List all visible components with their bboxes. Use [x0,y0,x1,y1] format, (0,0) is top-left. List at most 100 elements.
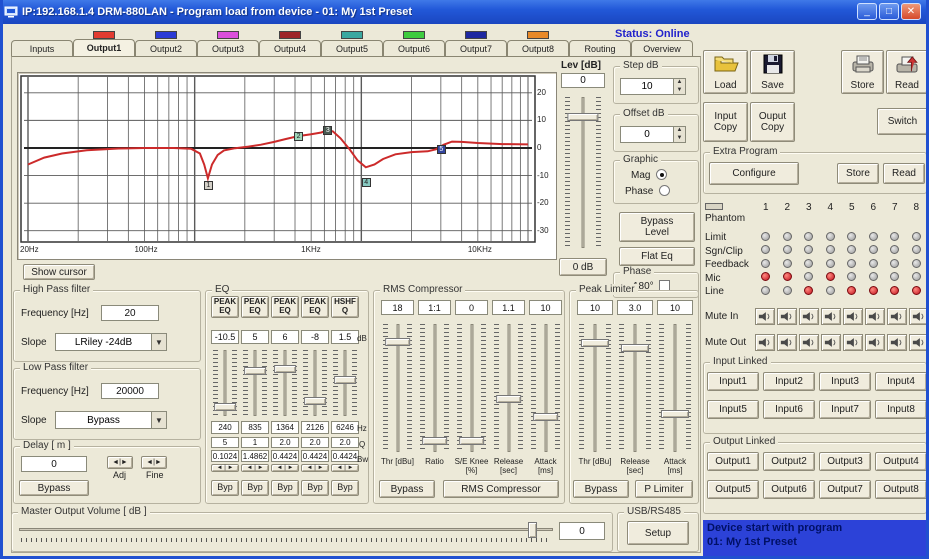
eq-bypass-button[interactable]: Byp [331,480,359,496]
sgn/clip-led-ch2[interactable] [782,245,792,254]
eq-gain-slider[interactable] [331,348,359,418]
tab-output8[interactable]: Output8 [507,40,569,57]
master-volume-value[interactable]: 0 [559,522,605,540]
master-volume-slider[interactable] [19,522,553,544]
limiter-slider[interactable] [657,322,693,454]
mute-out-button-ch6[interactable] [865,333,885,351]
feedback-led-ch4[interactable] [825,258,835,268]
mic-led-ch6[interactable] [868,272,878,281]
output-linked-output3[interactable]: Output3 [819,452,871,471]
input-linked-input3[interactable]: Input3 [819,372,871,391]
mute-out-button-ch8[interactable] [909,333,926,351]
slider-thumb[interactable] [458,436,485,445]
eq-gain-slider[interactable] [211,348,239,418]
eq-gain-value[interactable]: 6 [271,330,299,344]
lpf-slope-combo[interactable]: Bypass ▼ [55,411,167,429]
limit-led-ch2[interactable] [782,231,792,241]
eq-bw-arrows[interactable]: ◄ | ► [271,464,299,472]
mute-out-button-ch7[interactable] [887,333,907,351]
eq-band-marker-4[interactable]: 4 [361,178,371,188]
eq-bw-value[interactable]: 1.4862 [241,450,269,462]
eq-q-value[interactable]: 2.0 [301,437,329,448]
flat-eq-button[interactable]: Flat Eq [619,247,695,266]
eq-bw-value[interactable]: 0.1024 [211,450,239,462]
step-db-arrows[interactable]: ▲ ▼ [673,79,685,94]
hpf-freq-value[interactable]: 20 [101,305,159,321]
eq-bw-arrows[interactable]: ◄ | ► [331,464,359,472]
mic-led-ch7[interactable] [890,272,900,281]
eq-gain-slider[interactable] [301,348,329,418]
eq-q-value[interactable]: 5 [211,437,239,448]
eq-q-value[interactable]: 1 [241,437,269,448]
limiter-slider[interactable] [617,322,653,454]
configure-button[interactable]: Configure [709,162,799,185]
eq-freq-value[interactable]: 2126 [301,421,329,434]
eq-band-type-button[interactable]: PEAK EQ [301,296,329,318]
slider-thumb[interactable] [274,365,296,373]
sgn/clip-led-ch3[interactable] [804,245,814,254]
feedback-led-ch7[interactable] [890,258,900,268]
tab-inputs[interactable]: Inputs [11,40,73,57]
delay-adj-arrows[interactable]: ◄|► [107,456,133,469]
output-linked-output7[interactable]: Output7 [819,480,871,499]
eq-gain-value[interactable]: 5 [241,330,269,344]
compressor-slider[interactable] [529,322,562,454]
limit-led-ch6[interactable] [868,231,878,241]
lpf-freq-value[interactable]: 20000 [101,383,159,399]
delay-fine-arrows[interactable]: ◄|► [141,456,167,469]
eq-bw-arrows[interactable]: ◄ | ► [211,464,239,472]
mute-in-button-ch7[interactable] [887,307,907,325]
line-led-ch5[interactable] [847,285,857,295]
eq-bypass-button[interactable]: Byp [301,480,329,496]
limiter-value[interactable]: 3.0 [617,300,653,315]
eq-gain-slider[interactable] [271,348,299,418]
limit-led-ch4[interactable] [825,231,835,241]
sgn/clip-led-ch7[interactable] [890,245,900,254]
tab-output3[interactable]: Output3 [197,40,259,57]
input-linked-input7[interactable]: Input7 [819,400,871,419]
sgn/clip-led-ch8[interactable] [911,245,921,254]
feedback-led-ch5[interactable] [847,258,857,268]
eq-gain-value[interactable]: -10.5 [211,330,239,344]
eq-freq-value[interactable]: 240 [211,421,239,434]
compressor-value[interactable]: 1:1 [418,300,451,315]
input-linked-input1[interactable]: Input1 [707,372,759,391]
eq-bw-value[interactable]: 0.4424 [271,450,299,462]
limit-led-ch5[interactable] [847,231,857,241]
input-copy-button[interactable]: Input Copy [703,102,748,142]
mute-out-button-ch1[interactable] [755,333,775,351]
eq-bw-arrows[interactable]: ◄ | ► [301,464,329,472]
zero-db-button[interactable]: 0 dB [559,258,607,276]
limiter-value[interactable]: 10 [657,300,693,315]
mute-in-button-ch2[interactable] [777,307,797,325]
output-linked-output5[interactable]: Output5 [707,480,759,499]
slider-thumb[interactable] [384,337,411,346]
eq-bypass-button[interactable]: Byp [271,480,299,496]
extra-read-button[interactable]: Read [883,163,925,184]
line-led-ch1[interactable] [761,285,771,295]
eq-freq-value[interactable]: 835 [241,421,269,434]
mic-led-ch4[interactable] [825,272,835,281]
compressor-slider[interactable] [492,322,525,454]
limit-led-ch7[interactable] [890,231,900,241]
feedback-led-ch8[interactable] [911,258,921,268]
show-cursor-button[interactable]: Show cursor [23,264,95,280]
output-linked-output6[interactable]: Output6 [763,480,815,499]
eq-gain-value[interactable]: 1.5 [331,330,359,344]
line-led-ch4[interactable] [825,285,835,295]
eq-gain-value[interactable]: -8 [301,330,329,344]
master-slider-thumb[interactable] [527,522,537,538]
compressor-button[interactable]: RMS Compressor [443,480,559,498]
output-linked-output4[interactable]: Output4 [875,452,926,471]
read-button[interactable]: Read [886,50,926,94]
mute-out-button-ch2[interactable] [777,333,797,351]
feedback-led-ch6[interactable] [868,258,878,268]
eq-band-type-button[interactable]: PEAK EQ [271,296,299,318]
feedback-led-ch2[interactable] [782,258,792,268]
hpf-slope-combo[interactable]: LRiley -24dB ▼ [55,333,167,351]
mag-radio[interactable] [656,169,668,180]
compressor-slider[interactable] [455,322,488,454]
eq-bypass-button[interactable]: Byp [241,480,269,496]
compressor-slider[interactable] [381,322,414,454]
sgn/clip-led-ch4[interactable] [825,245,835,254]
